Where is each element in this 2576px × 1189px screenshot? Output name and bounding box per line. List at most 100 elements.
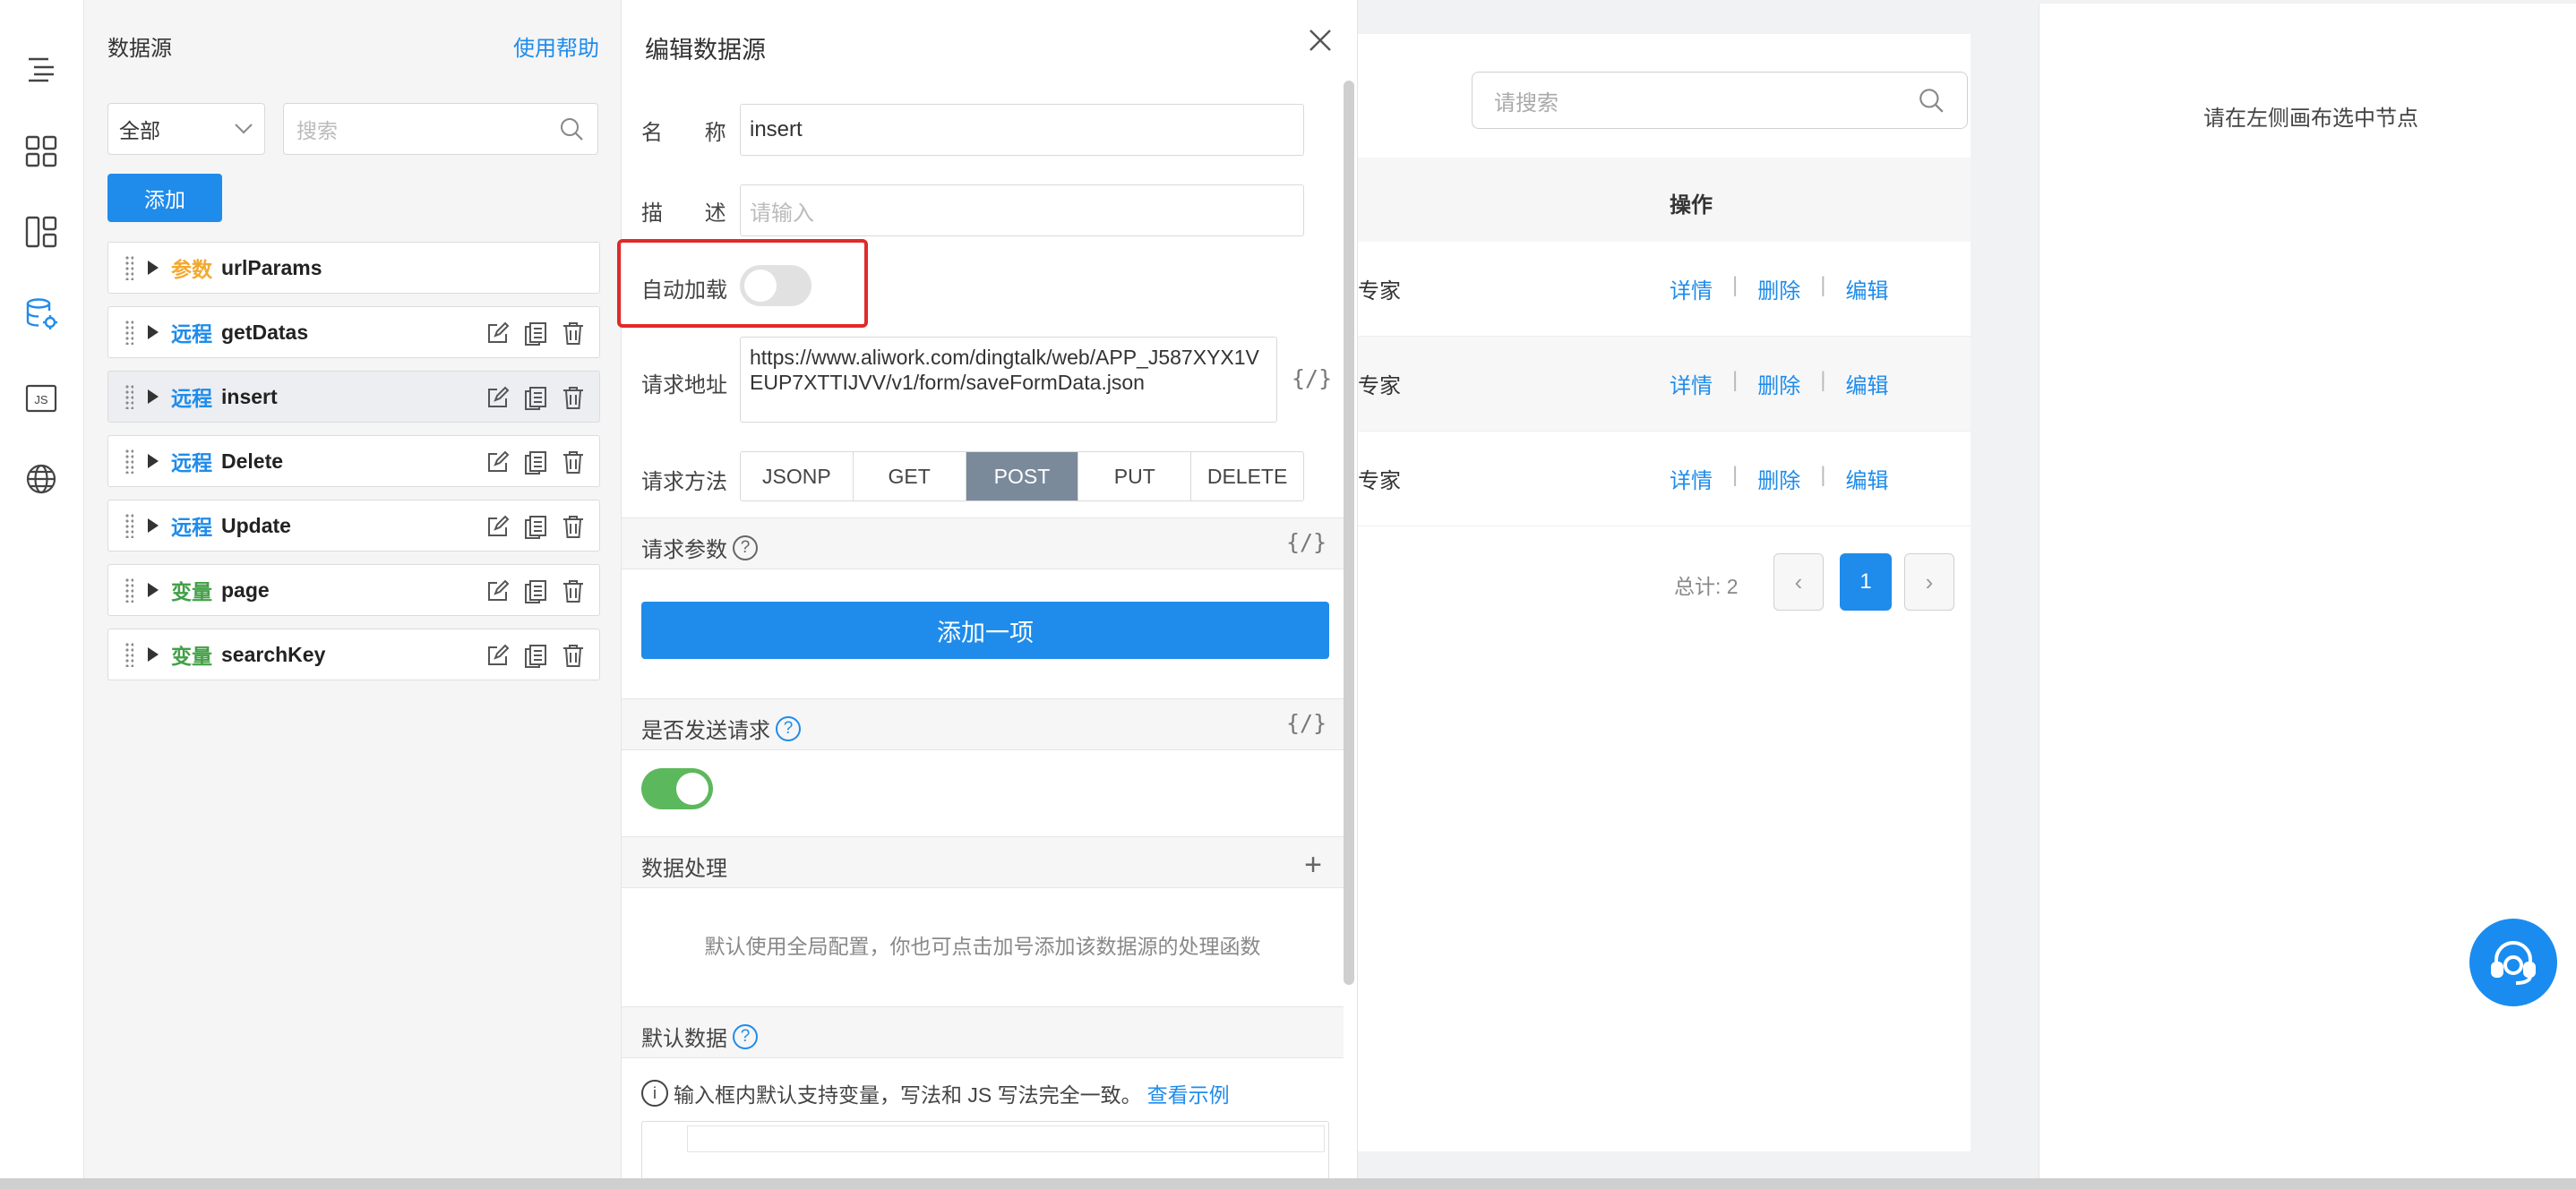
edit-icon[interactable]	[485, 320, 511, 346]
js-icon[interactable]: JS	[21, 378, 62, 419]
expand-arrow-icon[interactable]	[148, 454, 159, 468]
edit-icon[interactable]	[485, 642, 511, 669]
close-icon[interactable]	[1305, 25, 1335, 56]
method-delete[interactable]: DELETE	[1191, 452, 1303, 500]
delete-icon[interactable]	[560, 320, 587, 346]
expand-arrow-icon[interactable]	[148, 583, 159, 597]
copy-icon[interactable]	[522, 384, 549, 411]
expand-arrow-icon[interactable]	[148, 325, 159, 339]
next-page-button[interactable]: ›	[1904, 553, 1954, 611]
drag-handle-icon[interactable]	[125, 320, 133, 345]
datasource-type-label: 变量	[171, 645, 212, 668]
send-request-section-label: 是否发送请求 ?	[641, 713, 801, 744]
datasource-item-page[interactable]: 变量 page	[107, 564, 600, 616]
help-circle-icon[interactable]: ?	[776, 715, 801, 741]
edit-icon[interactable]	[485, 577, 511, 604]
canvas-search-input[interactable]: 请搜索	[1472, 72, 1968, 129]
expand-arrow-icon[interactable]	[148, 261, 159, 275]
details-link[interactable]: 详情	[1670, 463, 1713, 494]
delete-icon[interactable]	[560, 449, 587, 475]
method-post[interactable]: POST	[966, 452, 1079, 500]
datasource-name: page	[221, 577, 270, 602]
datasource-search-input[interactable]: 搜索	[283, 103, 598, 155]
drag-handle-icon[interactable]	[125, 449, 133, 474]
send-request-title: 是否发送请求	[641, 719, 770, 743]
datasource-actions	[485, 642, 587, 669]
scrollbar[interactable]	[1344, 81, 1354, 985]
delete-link[interactable]: 删除	[1757, 273, 1800, 304]
datasource-actions	[485, 449, 587, 475]
edit-icon[interactable]	[485, 449, 511, 475]
datasource-item-insert[interactable]: 远程 insert	[107, 371, 600, 423]
method-jsonp[interactable]: JSONP	[741, 452, 854, 500]
method-put[interactable]: PUT	[1078, 452, 1192, 500]
table-header: 操作	[1358, 158, 1971, 242]
datasource-item-urlParams[interactable]: 参数 urlParams	[107, 242, 600, 294]
datasource-item-getDatas[interactable]: 远程 getDatas	[107, 306, 600, 358]
outline-icon[interactable]	[21, 48, 62, 90]
edit-icon[interactable]	[485, 513, 511, 540]
copy-icon[interactable]	[522, 642, 549, 669]
help-link[interactable]: 使用帮助	[513, 30, 599, 62]
datasource-item-searchKey[interactable]: 变量 searchKey	[107, 629, 600, 680]
datasource-name: insert	[221, 384, 278, 408]
default-data-editor[interactable]	[641, 1121, 1329, 1178]
url-variable-toggle[interactable]: {/}	[1292, 365, 1332, 391]
help-circle-icon[interactable]: ?	[733, 1023, 758, 1049]
current-page-button[interactable]: 1	[1840, 553, 1892, 611]
delete-icon[interactable]	[560, 384, 587, 411]
expand-arrow-icon[interactable]	[148, 647, 159, 662]
drag-handle-icon[interactable]	[125, 255, 133, 280]
details-link[interactable]: 详情	[1670, 368, 1713, 399]
edit-link[interactable]: 编辑	[1845, 368, 1888, 399]
drag-handle-icon[interactable]	[125, 513, 133, 538]
datasource-type-label: 远程	[171, 387, 212, 410]
expand-arrow-icon[interactable]	[148, 518, 159, 533]
expand-arrow-icon[interactable]	[148, 389, 159, 404]
url-label: 请求地址	[641, 373, 727, 398]
edit-link[interactable]: 编辑	[1845, 463, 1888, 494]
send-request-switch[interactable]	[641, 768, 713, 809]
drag-handle-icon[interactable]	[125, 384, 133, 409]
components-icon[interactable]	[21, 131, 62, 172]
add-param-button[interactable]: 添加一项	[641, 602, 1329, 659]
drag-handle-icon[interactable]	[125, 577, 133, 603]
chevron-right-icon: ›	[1925, 568, 1934, 595]
delete-icon[interactable]	[560, 513, 587, 540]
name-input[interactable]: insert	[740, 104, 1304, 156]
params-variable-toggle[interactable]: {/}	[1286, 529, 1327, 555]
send-variable-toggle[interactable]: {/}	[1286, 710, 1327, 736]
help-circle-icon[interactable]: ?	[733, 535, 758, 560]
type-filter-select[interactable]: 全部	[107, 103, 265, 155]
search-icon	[561, 118, 583, 141]
method-get[interactable]: GET	[854, 452, 966, 500]
add-datasource-button[interactable]: 添加	[107, 174, 222, 222]
delete-icon[interactable]	[560, 577, 587, 604]
details-link[interactable]: 详情	[1670, 273, 1713, 304]
copy-icon[interactable]	[522, 577, 549, 604]
datasource-icon[interactable]	[21, 294, 62, 335]
copy-icon[interactable]	[522, 513, 549, 540]
edit-link[interactable]: 编辑	[1845, 273, 1888, 304]
copy-icon[interactable]	[522, 320, 549, 346]
datasource-item-Update[interactable]: 远程 Update	[107, 500, 600, 552]
copy-icon[interactable]	[522, 449, 549, 475]
default-data-section: 默认数据 ?	[622, 1006, 1344, 1058]
delete-link[interactable]: 删除	[1757, 463, 1800, 494]
add-handler-icon[interactable]: +	[1304, 848, 1322, 883]
delete-icon[interactable]	[560, 642, 587, 669]
drag-handle-icon[interactable]	[125, 642, 133, 667]
edit-icon[interactable]	[485, 384, 511, 411]
globe-icon[interactable]	[21, 458, 62, 500]
view-example-link[interactable]: 查看示例	[1147, 1078, 1230, 1108]
type-filter-value: 全部	[119, 119, 160, 142]
delete-link[interactable]: 删除	[1757, 368, 1800, 399]
datasource-item-Delete[interactable]: 远程 Delete	[107, 435, 600, 487]
layout-icon[interactable]	[21, 211, 62, 252]
prev-page-button[interactable]: ‹	[1773, 553, 1824, 611]
table-cell: 专家	[1358, 279, 1401, 304]
params-section-title: 请求参数	[641, 538, 727, 562]
customer-service-button[interactable]	[2469, 919, 2557, 1006]
url-input[interactable]: https://www.aliwork.com/dingtalk/web/APP…	[740, 337, 1277, 423]
description-input[interactable]: 请输入	[740, 184, 1304, 236]
